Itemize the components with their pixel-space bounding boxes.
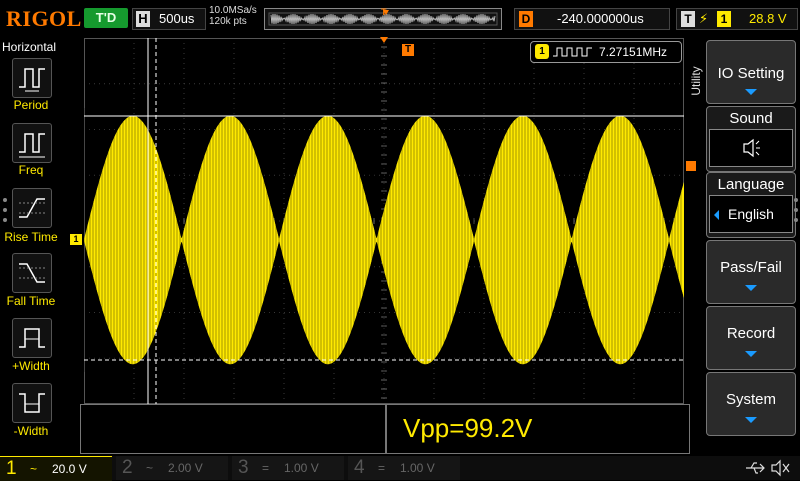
delay-value: -240.000000us [557, 11, 644, 26]
utility-tab: Utility [686, 40, 704, 122]
period-button[interactable] [12, 58, 52, 98]
channel-number: 4 [354, 457, 365, 478]
fall-time-label: Fall Time [6, 294, 56, 308]
freq-button[interactable] [12, 123, 52, 163]
pass-fail-label: Pass/Fail [720, 259, 782, 276]
io-setting-label: IO Setting [717, 65, 785, 82]
rise-time-icon [19, 198, 45, 218]
language-value: English [728, 206, 774, 222]
pass-fail-button[interactable]: Pass/Fail [706, 240, 796, 304]
trigger-readout[interactable]: T ⚡ 1 28.8 V [676, 8, 798, 30]
coupling-icon: ~ [146, 461, 154, 475]
fall-time-icon [19, 263, 45, 283]
channel-2-tab[interactable]: 2 ~2.00 V [116, 456, 228, 480]
coupling-icon: = [262, 461, 270, 475]
channel-scale: 1.00 V [284, 461, 319, 475]
record-button[interactable]: Record [706, 306, 796, 370]
frequency-value: 7.27151MHz [599, 45, 668, 59]
positive-width-label: +Width [12, 359, 50, 373]
system-label: System [725, 391, 776, 408]
period-icon [19, 68, 45, 92]
brand-logo: RIGOL [6, 6, 82, 31]
language-value-box: English [709, 195, 793, 233]
square-wave-icon [553, 47, 592, 57]
frequency-counter[interactable]: 1 7.27151MHz [530, 41, 682, 63]
channel-scale: 20.0 V [52, 462, 87, 476]
usb-icon [746, 459, 790, 477]
sound-value-box [709, 129, 793, 167]
horizontal-label: H [136, 11, 150, 27]
horizontal-timebase[interactable]: H 500us [132, 8, 206, 30]
delay-label: D [519, 11, 533, 27]
measure-menu-title: Horizontal [2, 40, 57, 54]
coupling-icon: = [378, 461, 386, 475]
utility-tab-label: Utility [689, 66, 703, 96]
frequency-icon [19, 133, 45, 158]
memory-trigger-marker: T [381, 7, 387, 17]
run-status-badge[interactable]: T'D [84, 8, 128, 28]
language-label: Language [717, 176, 785, 193]
trigger-source: 1 [717, 11, 731, 27]
frequency-channel: 1 [535, 44, 549, 59]
language-button[interactable]: Language English [706, 172, 796, 238]
speaker-icon [743, 138, 760, 158]
chevron-down-icon [745, 285, 757, 291]
channel-number: 2 [122, 457, 133, 478]
vpp-measurement: Vpp=99.2V [403, 413, 533, 443]
trigger-level-marker[interactable] [686, 161, 696, 171]
channel-number: 3 [238, 457, 249, 478]
measurement-panel: Vpp=99.2V [386, 404, 690, 454]
channel-4-tab[interactable]: 4 = 1.00 V [348, 456, 460, 480]
rising-edge-icon: ⚡ [699, 11, 709, 26]
channel-scale: 2.00 V [168, 461, 203, 475]
negative-width-icon [19, 393, 45, 413]
io-setting-button[interactable]: IO Setting [706, 40, 796, 104]
info-panel-left [80, 404, 386, 454]
rise-time-label: Rise Time [4, 230, 58, 244]
right-scroll-indicator [794, 198, 798, 222]
sample-rate: 10.0MSa/s [209, 5, 257, 16]
trigger-level: 28.8 V [749, 11, 787, 26]
channel-scale: 1.00 V [400, 461, 435, 475]
memory-depth: 120k pts [209, 16, 247, 27]
memory-overview[interactable]: T [264, 7, 502, 30]
channel-1-tab[interactable]: 1 ~20.0 V [0, 456, 112, 481]
negative-width-button[interactable] [12, 383, 52, 423]
timebase-value: 500us [159, 11, 195, 26]
delay-readout[interactable]: D -240.000000us [514, 8, 670, 30]
channel-number: 1 [6, 458, 17, 479]
scroll-indicator [3, 198, 7, 222]
chevron-down-icon [745, 351, 757, 357]
chevron-down-icon [745, 417, 757, 423]
positive-width-button[interactable] [12, 318, 52, 358]
channel-3-tab[interactable]: 3 = 1.00 V [232, 456, 344, 480]
trigger-position-marker[interactable]: T [402, 44, 414, 56]
chevron-down-icon [745, 89, 757, 95]
sound-label: Sound [729, 110, 773, 127]
acquisition-info: 10.0MSa/s 120k pts [209, 5, 257, 27]
trigger-label: T [681, 11, 695, 27]
sound-button[interactable]: Sound [706, 106, 796, 172]
waveform-display[interactable] [84, 38, 684, 404]
negative-width-label: -Width [13, 424, 49, 438]
period-label: Period [13, 98, 49, 112]
fall-time-button[interactable] [12, 253, 52, 293]
rise-time-button[interactable] [12, 188, 52, 228]
system-button[interactable]: System [706, 372, 796, 436]
freq-label: Freq [18, 163, 44, 177]
trigger-arrow-icon [380, 37, 388, 43]
positive-width-icon [19, 328, 45, 348]
coupling-icon: ~ [30, 462, 38, 476]
record-label: Record [726, 325, 776, 342]
channel1-offset-marker[interactable]: 1 [70, 234, 82, 245]
